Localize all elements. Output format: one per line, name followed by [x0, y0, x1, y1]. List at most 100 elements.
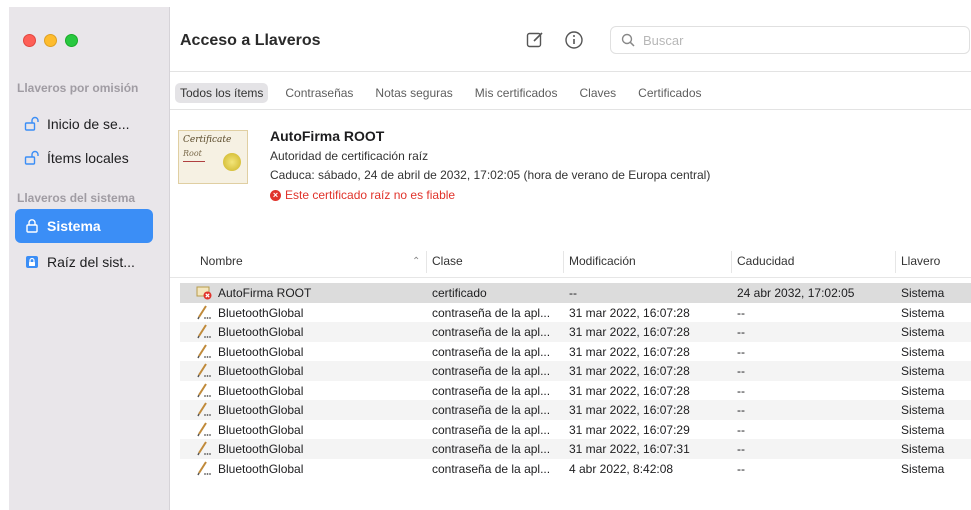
row-name: BluetoothGlobal [218, 422, 304, 437]
row-modified: 31 mar 2022, 16:07:28 [569, 325, 690, 339]
app-password-icon [196, 421, 212, 437]
table-row[interactable]: AutoFirma ROOT certificado -- 24 abr 203… [180, 283, 971, 303]
row-modified: 31 mar 2022, 16:07:28 [569, 344, 690, 359]
table-row[interactable]: BluetoothGlobal contraseña de la apl... … [180, 322, 971, 342]
items-table: AutoFirma ROOT certificado -- 24 abr 203… [180, 283, 971, 478]
sort-ascending-icon[interactable]: ⌃ [412, 256, 420, 267]
row-modified: 31 mar 2022, 16:07:29 [569, 422, 690, 437]
category-tabs: Todos los ítems Contraseñas Notas segura… [175, 82, 707, 104]
tab-passwords[interactable]: Contraseñas [280, 83, 358, 103]
sidebar-item-label: Ítems locales [47, 150, 129, 166]
tab-certificates[interactable]: Certificados [633, 83, 706, 103]
app-password-icon [196, 363, 212, 378]
thumbnail-text: Root [183, 149, 202, 158]
table-row[interactable]: BluetoothGlobal contraseña de la apl... … [180, 400, 971, 420]
compose-icon [526, 32, 543, 48]
table-row[interactable]: BluetoothGlobal contraseña de la apl... … [180, 381, 971, 401]
row-class: certificado [432, 286, 487, 300]
row-name: BluetoothGlobal [218, 383, 304, 398]
window-title: Acceso a Llaveros [180, 32, 321, 49]
table-row[interactable]: BluetoothGlobal contraseña de la apl... … [180, 420, 971, 440]
row-modified: -- [569, 286, 577, 300]
info-button[interactable] [564, 30, 584, 50]
column-header-name[interactable]: Nombre [200, 254, 243, 268]
row-modified: 31 mar 2022, 16:07:28 [569, 305, 690, 320]
row-modified: 4 abr 2022, 8:42:08 [569, 461, 674, 476]
search-input[interactable] [641, 31, 945, 49]
row-name: BluetoothGlobal [218, 305, 304, 320]
row-modified: 31 mar 2022, 16:07:28 [569, 403, 690, 417]
table-header: Nombre ⌃ Clase Modificación Caducidad Ll… [170, 247, 971, 278]
info-icon [565, 31, 583, 49]
new-item-button[interactable] [525, 30, 545, 50]
search-field[interactable] [610, 26, 970, 54]
section-default-keychains: Llaveros por omisión [17, 81, 139, 95]
tab-secure-notes[interactable]: Notas seguras [370, 83, 457, 103]
toolbar: Acceso a Llaveros [170, 7, 971, 72]
table-row[interactable]: BluetoothGlobal contraseña de la apl... … [180, 342, 971, 362]
row-keychain: Sistema [901, 305, 945, 320]
sidebar-item-system-roots[interactable]: Raíz del sist... [15, 245, 153, 279]
detail-warning: × Este certificado raíz no es fiable [270, 188, 455, 202]
section-system-keychains: Llaveros del sistema [17, 191, 136, 205]
tab-all-items[interactable]: Todos los ítems [175, 83, 269, 103]
certificate-thumbnail-icon: Certificate Root [178, 130, 248, 184]
tab-keys[interactable]: Claves [574, 83, 621, 103]
row-modified: 31 mar 2022, 16:07:28 [569, 383, 690, 398]
sidebar: Llaveros por omisión Inicio de se... Íte… [9, 7, 170, 510]
row-class: contraseña de la apl... [432, 422, 551, 437]
column-divider[interactable] [426, 251, 427, 273]
row-expiry: -- [737, 305, 745, 320]
column-divider[interactable] [895, 251, 896, 273]
column-divider[interactable] [563, 251, 564, 273]
row-expiry: 24 abr 2032, 17:02:05 [737, 286, 855, 300]
column-header-keychain[interactable]: Llavero [901, 254, 940, 268]
sidebar-item-label: Sistema [47, 218, 101, 234]
row-modified: 31 mar 2022, 16:07:31 [569, 442, 690, 456]
row-name: BluetoothGlobal [218, 403, 304, 417]
keychain-window: Llaveros por omisión Inicio de se... Íte… [0, 0, 971, 510]
search-icon [621, 33, 635, 47]
table-row[interactable]: BluetoothGlobal contraseña de la apl... … [180, 439, 971, 459]
sidebar-item-local[interactable]: Ítems locales [15, 141, 153, 175]
detail-expiry: Caduca: sábado, 24 de abril de 2032, 17:… [270, 168, 711, 182]
main-content: Acceso a Llaveros Todos los ítems Contra… [170, 7, 971, 510]
row-expiry: -- [737, 364, 745, 378]
sidebar-item-login[interactable]: Inicio de se... [15, 107, 153, 141]
row-keychain: Sistema [901, 364, 945, 378]
minimize-window-button[interactable] [44, 34, 57, 47]
warning-text: Este certificado raíz no es fiable [285, 188, 456, 202]
row-class: contraseña de la apl... [432, 364, 551, 378]
app-password-icon [196, 324, 212, 339]
row-expiry: -- [737, 325, 745, 339]
sidebar-item-label: Inicio de se... [47, 116, 130, 132]
sidebar-item-system[interactable]: Sistema [15, 209, 153, 243]
app-password-icon [196, 460, 212, 476]
close-window-button[interactable] [23, 34, 36, 47]
row-expiry: -- [737, 442, 745, 456]
zoom-window-button[interactable] [65, 34, 78, 47]
window-controls [23, 34, 78, 47]
certificate-error-icon [196, 285, 212, 300]
row-class: contraseña de la apl... [432, 344, 551, 359]
table-row[interactable]: BluetoothGlobal contraseña de la apl... … [180, 303, 971, 323]
row-name: BluetoothGlobal [218, 344, 304, 359]
tab-my-certificates[interactable]: Mis certificados [470, 83, 563, 103]
row-class: contraseña de la apl... [432, 403, 551, 417]
seal-icon [223, 153, 241, 171]
column-divider[interactable] [731, 251, 732, 273]
row-class: contraseña de la apl... [432, 442, 551, 456]
column-header-class[interactable]: Clase [432, 254, 463, 268]
row-keychain: Sistema [901, 442, 945, 456]
thumbnail-text: Certificate [183, 135, 232, 145]
sidebar-item-label: Raíz del sist... [47, 254, 135, 270]
table-row[interactable]: BluetoothGlobal contraseña de la apl... … [180, 361, 971, 381]
app-password-icon [196, 441, 212, 456]
row-expiry: -- [737, 383, 745, 398]
row-keychain: Sistema [901, 383, 945, 398]
table-row[interactable]: BluetoothGlobal contraseña de la apl... … [180, 459, 971, 479]
column-header-expiry[interactable]: Caducidad [737, 254, 794, 268]
column-header-modified[interactable]: Modificación [569, 254, 636, 268]
app-password-icon [196, 382, 212, 398]
row-expiry: -- [737, 403, 745, 417]
